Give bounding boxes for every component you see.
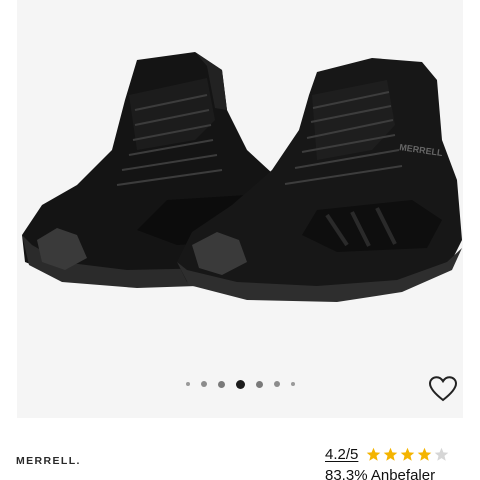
rating-stars: [366, 447, 449, 462]
gallery-dot[interactable]: [273, 381, 280, 387]
gallery-dot-active[interactable]: [235, 379, 245, 389]
rating-summary[interactable]: 4.2/5 83.3% Anbefaler: [325, 446, 449, 480]
star-filled-icon: [401, 447, 415, 461]
gallery-dot[interactable]: [290, 382, 295, 386]
product-image-gallery[interactable]: MERRELL: [17, 0, 463, 418]
star-filled-icon: [418, 447, 432, 461]
gallery-dot[interactable]: [217, 380, 225, 388]
product-info: MERRELL. 4.2/5 83.3% Anbefaler: [0, 418, 480, 480]
recommend-percentage: 83.3% Anbefaler: [325, 467, 436, 480]
rating-score[interactable]: 4.2/5: [325, 446, 358, 463]
gallery-dot[interactable]: [255, 380, 263, 388]
product-image[interactable]: MERRELL: [17, 0, 463, 370]
star-empty-icon: [435, 447, 449, 461]
heart-outline-icon: [428, 376, 458, 402]
star-filled-icon: [367, 447, 381, 461]
gallery-dot[interactable]: [185, 382, 190, 386]
gallery-dot[interactable]: [200, 381, 207, 387]
gallery-pagination[interactable]: [17, 378, 463, 390]
wishlist-button[interactable]: [426, 372, 460, 406]
brand-logo[interactable]: MERRELL.: [16, 455, 81, 467]
star-filled-icon: [384, 447, 398, 461]
